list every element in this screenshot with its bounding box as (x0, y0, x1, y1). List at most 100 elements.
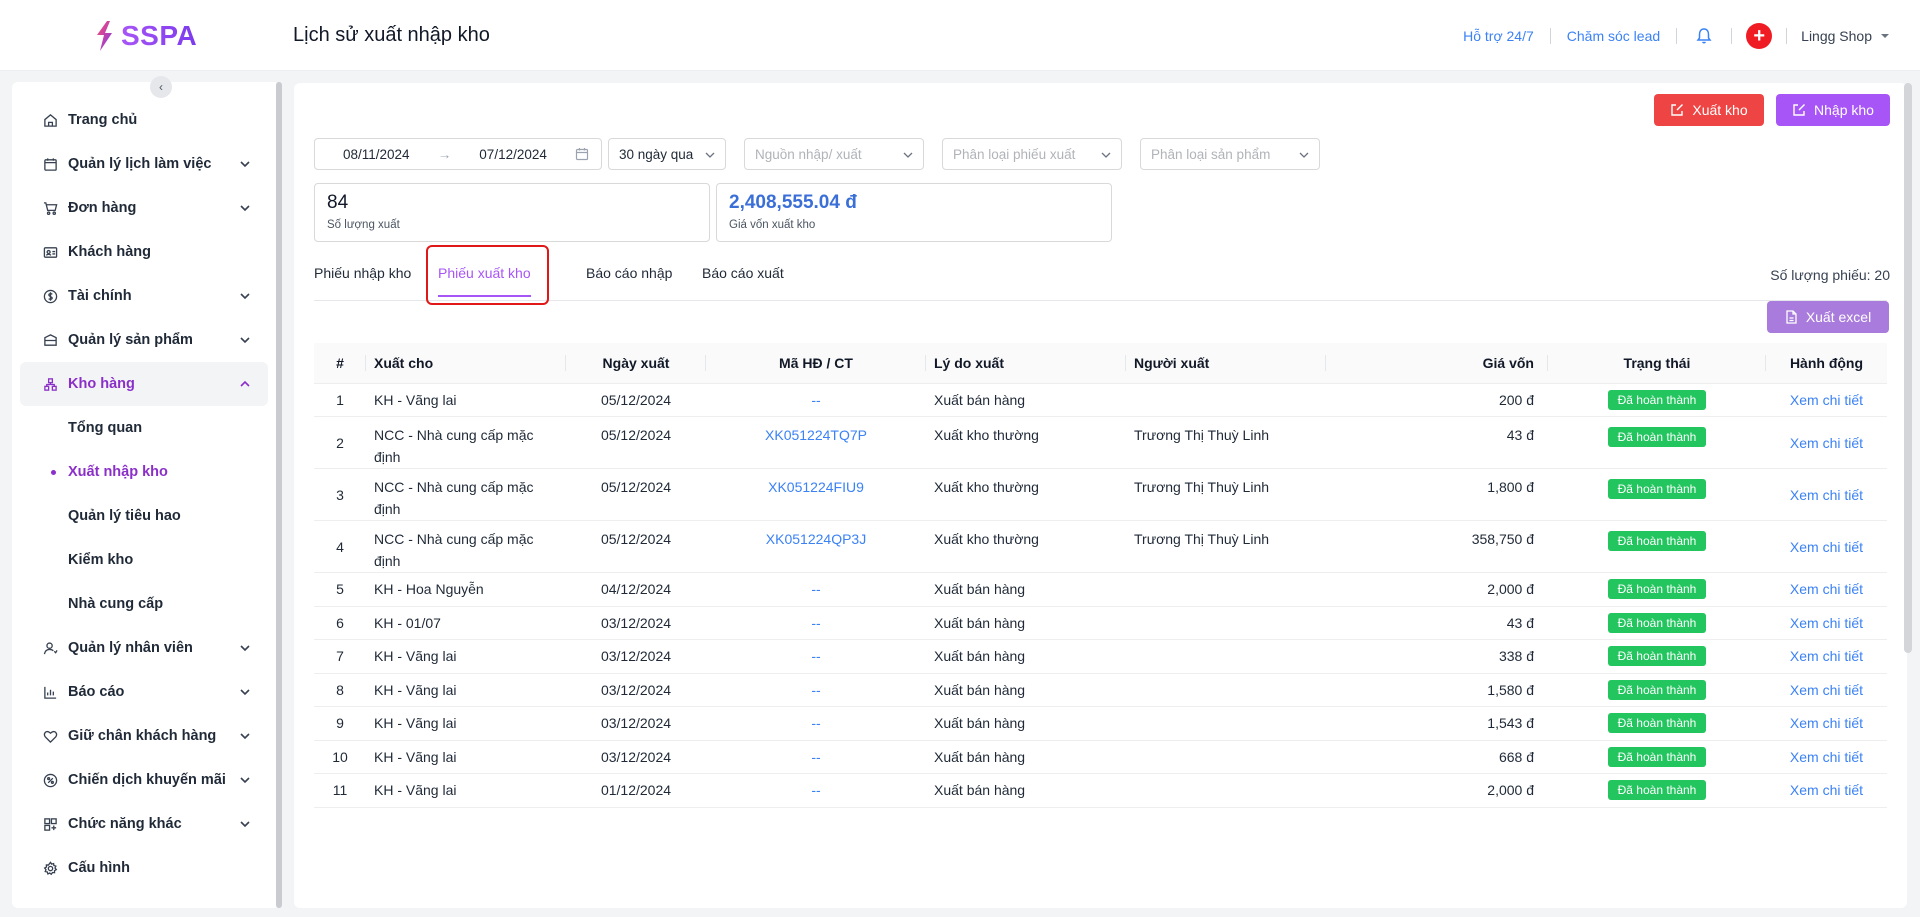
cell-text: 03/12/2024 (600, 648, 672, 665)
table-row: 11 KH - Vãng lai 01/12/2024 -- Xuất bán hàng… (314, 773, 1887, 808)
quick-add-button[interactable]: + (1746, 23, 1773, 49)
page-title: Lịch sử xuất nhập kho (293, 24, 490, 46)
logo[interactable]: SSPA (93, 18, 197, 54)
slip-code-link[interactable]: XK051224TQ7P (765, 427, 867, 443)
cell-text: 6 (336, 614, 344, 631)
sidebar-item-staff[interactable]: Quản lý nhân viên (20, 626, 268, 670)
edit-square-icon (1793, 104, 1806, 116)
main-scrollbar[interactable] (1904, 83, 1912, 653)
view-detail-link[interactable]: Xem chi tiết (1790, 682, 1863, 698)
sidebar-collapse-button[interactable]: ‹ (150, 76, 172, 98)
tab-import-slips[interactable]: Phiếu nhập kho (314, 261, 411, 301)
sidebar-item-schedule[interactable]: Quản lý lịch làm việc (20, 142, 268, 186)
sidebar-subitem-stocktake[interactable]: Kiểm kho (20, 538, 268, 582)
sidebar-item-label: Khách hàng (68, 244, 151, 260)
status-badge: Đã hoàn thành (1607, 389, 1707, 410)
column-header: Người xuất (1126, 343, 1326, 384)
cell-text: 2,000 đ (1487, 581, 1534, 598)
slip-code-link[interactable]: -- (811, 581, 820, 597)
bell-icon[interactable] (1695, 27, 1713, 45)
cell-status: Đã hoàn thành (1548, 520, 1766, 573)
cell-date: 03/12/2024 (566, 706, 706, 741)
sidebar-item-label: Quản lý lịch làm việc (68, 156, 212, 172)
product-type-select[interactable]: Phân loại sản phẩm (1140, 138, 1320, 170)
slip-code-link[interactable]: -- (811, 615, 820, 631)
view-detail-link[interactable]: Xem chi tiết (1790, 715, 1863, 731)
sidebar-item-promotions[interactable]: Chiến dịch khuyến mãi (20, 758, 268, 802)
calendar-icon (42, 156, 58, 172)
lead-care-link[interactable]: Chăm sóc lead (1551, 28, 1676, 44)
date-from[interactable]: 08/11/2024 (343, 147, 410, 162)
sidebar-item-retention[interactable]: Giữ chân khách hàng (20, 714, 268, 758)
sidebar-subitem-consumption[interactable]: Quản lý tiêu hao (20, 494, 268, 538)
view-detail-link[interactable]: Xem chi tiết (1790, 648, 1863, 664)
cell-user (1126, 606, 1326, 640)
shop-selector[interactable]: Lingg Shop (1787, 28, 1890, 44)
slip-code-link[interactable]: XK051224QP3J (766, 531, 866, 547)
cell-idx: 5 (314, 572, 366, 607)
view-detail-link[interactable]: Xem chi tiết (1790, 782, 1863, 798)
tab-import-report[interactable]: Báo cáo nhập (586, 261, 672, 301)
slip-code-link[interactable]: -- (811, 392, 820, 408)
sidebar-item-products[interactable]: Quản lý sản phẩm (20, 318, 268, 362)
view-detail-link[interactable]: Xem chi tiết (1790, 539, 1863, 555)
range-select[interactable]: 30 ngày qua (608, 138, 726, 170)
sidebar-item-other[interactable]: Chức năng khác (20, 802, 268, 846)
view-detail-link[interactable]: Xem chi tiết (1790, 487, 1863, 503)
table-row: 10 KH - Vãng lai 03/12/2024 -- Xuất bán hàng… (314, 740, 1887, 774)
cell-text: Trương Thị Thuỳ Linh (1134, 531, 1270, 547)
view-detail-link[interactable]: Xem chi tiết (1790, 392, 1863, 408)
slip-type-select[interactable]: Phân loại phiếu xuất (942, 138, 1122, 170)
support-link[interactable]: Hỗ trợ 24/7 (1447, 28, 1550, 44)
table-row: 8 KH - Vãng lai 03/12/2024 -- Xuất bán hàng 1… (314, 673, 1887, 707)
chevron-down-icon (240, 777, 250, 784)
column-header: Mã HĐ / CT (706, 343, 926, 384)
quantity-stat-card: 84 Số lượng xuất (314, 183, 710, 242)
sidebar-item-reports[interactable]: Báo cáo (20, 670, 268, 714)
sidebar-subitem-overview[interactable]: Tổng quan (20, 406, 268, 450)
slip-code-link[interactable]: -- (811, 782, 820, 798)
grid-icon (42, 816, 58, 832)
view-detail-link[interactable]: Xem chi tiết (1790, 615, 1863, 631)
slip-code-link[interactable]: -- (811, 682, 820, 698)
sidebar-item-settings[interactable]: Cấu hình (20, 846, 268, 890)
cell-for: KH - Vãng lai (366, 639, 566, 674)
cell-idx: 2 (314, 416, 366, 469)
source-select[interactable]: Nguồn nhập/ xuất (744, 138, 924, 170)
calendar-icon (575, 148, 589, 161)
sidebar-item-label: Báo cáo (68, 684, 125, 700)
export-excel-button[interactable]: Xuất excel (1767, 301, 1889, 333)
cell-cost: 43 đ (1326, 606, 1548, 640)
sidebar-item-warehouse[interactable]: Kho hàng (20, 362, 268, 406)
sidebar-item-home[interactable]: Trang chủ (20, 98, 268, 142)
sidebar-item-customers[interactable]: Khách hàng (20, 230, 268, 274)
cell-code: -- (706, 639, 926, 674)
date-range-picker[interactable]: 08/11/2024 → 07/12/2024 (314, 138, 602, 170)
cell-idx: 6 (314, 606, 366, 640)
view-detail-link[interactable]: Xem chi tiết (1790, 435, 1863, 451)
tab-export-report[interactable]: Báo cáo xuất (702, 261, 784, 301)
cell-action: Xem chi tiết (1766, 468, 1887, 521)
slip-code-link[interactable]: -- (811, 749, 820, 765)
sidebar-subitem-stock-io[interactable]: Xuất nhập kho (20, 450, 268, 494)
arrow-right-icon: → (437, 146, 452, 162)
sidebar-subitem-suppliers[interactable]: Nhà cung cấp (20, 582, 268, 626)
cell-user (1126, 673, 1326, 707)
cell-action: Xem chi tiết (1766, 740, 1887, 774)
sidebar-item-finance[interactable]: Tài chính (20, 274, 268, 318)
cell-text: KH - Vãng lai (374, 648, 457, 665)
table-row: 9 KH - Vãng lai 03/12/2024 -- Xuất bán hàng 1… (314, 706, 1887, 741)
sidebar-scrollbar[interactable] (276, 82, 282, 908)
cell-action: Xem chi tiết (1766, 639, 1887, 674)
slip-code-link[interactable]: XK051224FIU9 (768, 479, 864, 495)
view-detail-link[interactable]: Xem chi tiết (1790, 749, 1863, 765)
import-stock-button[interactable]: Nhập kho (1776, 94, 1890, 126)
date-to[interactable]: 07/12/2024 (479, 147, 547, 162)
view-detail-link[interactable]: Xem chi tiết (1790, 581, 1863, 597)
column-header: Ngày xuất (566, 343, 706, 384)
sidebar-item-orders[interactable]: Đơn hàng (20, 186, 268, 230)
slip-code-link[interactable]: -- (811, 715, 820, 731)
export-stock-button[interactable]: Xuất kho (1654, 94, 1764, 126)
slip-code-link[interactable]: -- (811, 648, 820, 664)
cell-text: 03/12/2024 (600, 748, 672, 765)
